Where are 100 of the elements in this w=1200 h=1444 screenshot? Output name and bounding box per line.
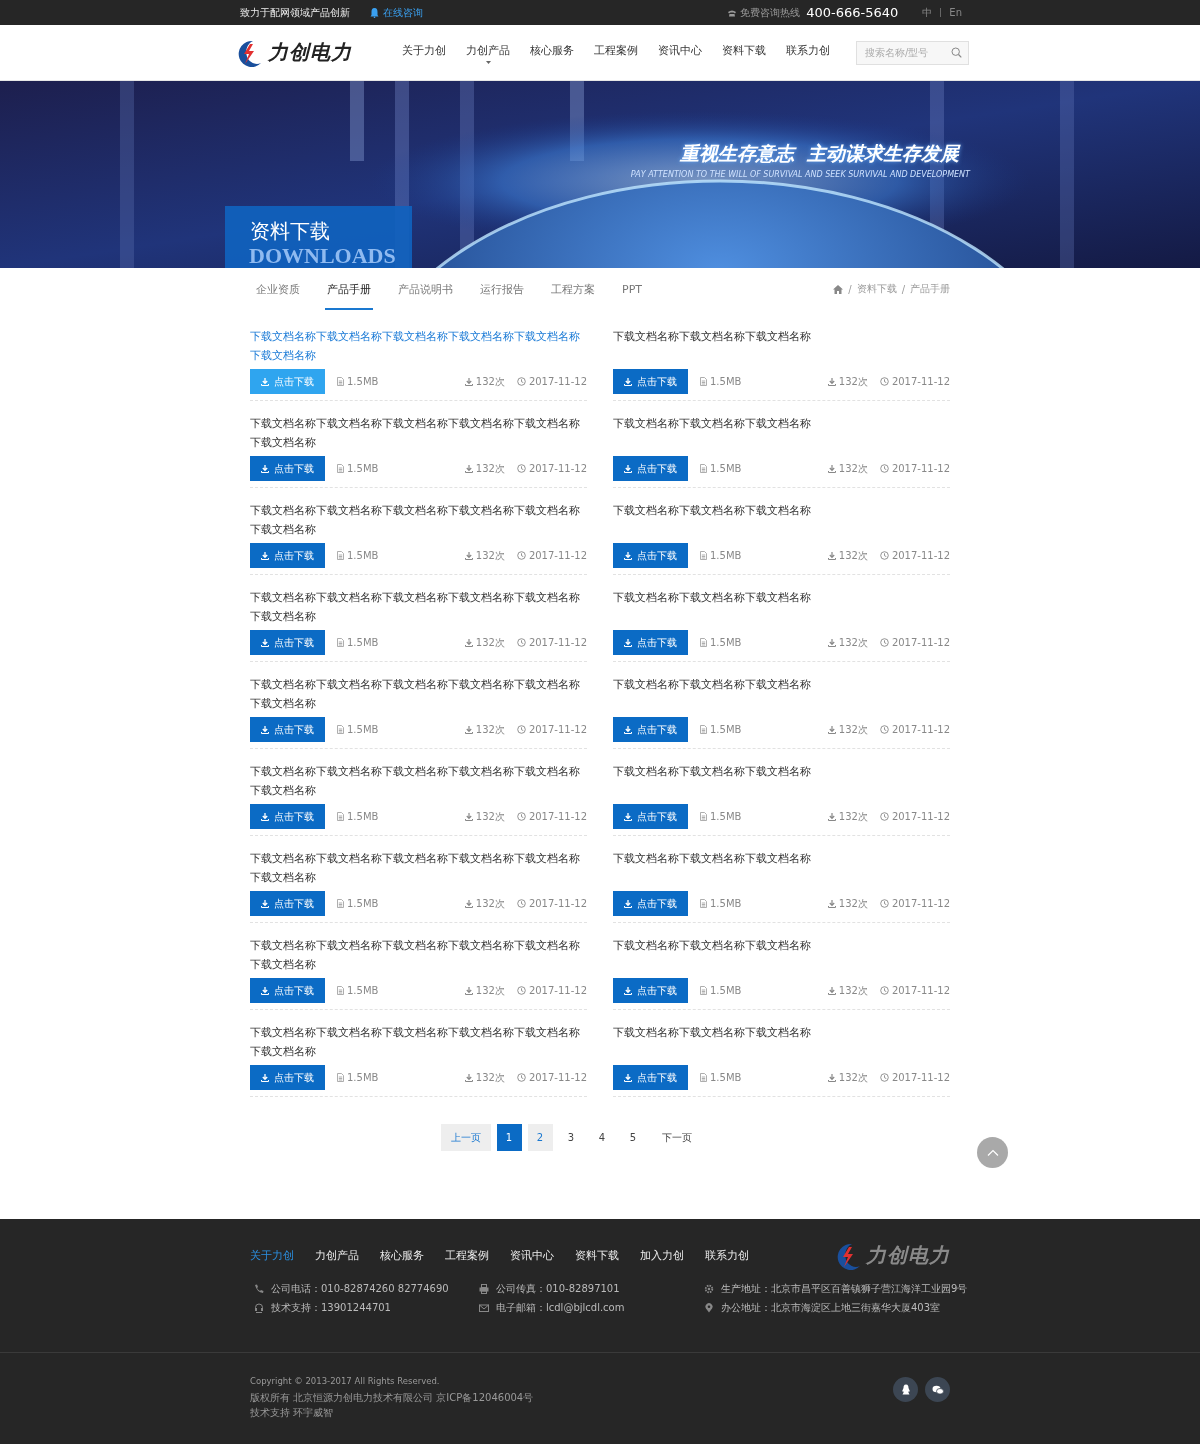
online-consult-link[interactable]: 在线咨询: [383, 5, 423, 20]
document-title[interactable]: 下载文档名称下载文档名称下载文档名称: [613, 675, 950, 713]
file-icon: [700, 638, 707, 647]
download-count: 132次: [475, 635, 505, 650]
download-count: 132次: [838, 461, 868, 476]
download-button[interactable]: 点击下载: [250, 456, 325, 481]
document-title[interactable]: 下载文档名称下载文档名称下载文档名称下载文档名称下载文档名称下载文档名称: [250, 936, 587, 974]
upload-date: 2017-11-12: [891, 811, 950, 822]
download-button[interactable]: 点击下载: [613, 978, 688, 1003]
clock-icon: [516, 1073, 526, 1082]
nav-link[interactable]: 联系力创: [786, 43, 830, 58]
language-link[interactable]: En: [949, 7, 962, 18]
file-size: 1.5MB: [347, 724, 379, 735]
download-count: 132次: [838, 1070, 868, 1085]
download-button[interactable]: 点击下载: [613, 891, 688, 916]
nav-link[interactable]: 力创产品: [466, 43, 510, 64]
previous-page-button[interactable]: 上一页: [440, 1124, 491, 1151]
footer-nav-link[interactable]: 关于力创: [250, 1248, 294, 1263]
logo-text: 力创电力: [866, 1242, 950, 1269]
tab[interactable]: 运行报告: [478, 268, 526, 310]
printer-icon: [479, 1284, 489, 1294]
contact-info: 公司电话：010-82874260 82774690: [271, 1282, 449, 1296]
document-title[interactable]: 下载文档名称下载文档名称下载文档名称下载文档名称下载文档名称下载文档名称: [250, 1023, 587, 1061]
home-icon[interactable]: [833, 284, 844, 294]
download-button[interactable]: 点击下载: [250, 717, 325, 742]
document-title[interactable]: 下载文档名称下载文档名称下载文档名称下载文档名称下载文档名称下载文档名称: [250, 414, 587, 452]
download-button[interactable]: 点击下载: [613, 804, 688, 829]
footer-nav-link[interactable]: 资料下载: [575, 1248, 619, 1263]
download-button[interactable]: 点击下载: [250, 804, 325, 829]
search-field[interactable]: 搜索名称/型号: [856, 40, 969, 65]
download-button[interactable]: 点击下载: [613, 630, 688, 655]
clock-icon: [879, 464, 889, 473]
file-size: 1.5MB: [710, 376, 742, 387]
contact-info: 技术支持：13901244701: [271, 1301, 391, 1315]
wechat-button[interactable]: [925, 1377, 950, 1402]
document-title[interactable]: 下载文档名称下载文档名称下载文档名称下载文档名称下载文档名称下载文档名称: [250, 762, 587, 800]
download-count: 132次: [838, 809, 868, 824]
download-button[interactable]: 点击下载: [250, 630, 325, 655]
download-button[interactable]: 点击下载: [250, 543, 325, 568]
phone-icon: [254, 1284, 264, 1294]
document-title[interactable]: 下载文档名称下载文档名称下载文档名称: [613, 849, 950, 887]
upload-date: 2017-11-12: [891, 637, 950, 648]
document-title[interactable]: 下载文档名称下载文档名称下载文档名称下载文档名称下载文档名称下载文档名称: [250, 327, 587, 365]
footer-nav-link[interactable]: 加入力创: [640, 1248, 684, 1263]
document-title[interactable]: 下载文档名称下载文档名称下载文档名称下载文档名称下载文档名称下载文档名称: [250, 588, 587, 626]
hotline-label: 免费咨询热线: [740, 5, 801, 20]
footer-nav-link[interactable]: 联系力创: [705, 1248, 749, 1263]
nav-link[interactable]: 工程案例: [594, 43, 638, 58]
download-icon: [624, 899, 632, 908]
download-button[interactable]: 点击下载: [613, 717, 688, 742]
document-title[interactable]: 下载文档名称下载文档名称下载文档名称下载文档名称下载文档名称下载文档名称: [250, 849, 587, 887]
envelope-icon: [479, 1303, 489, 1313]
file-size: 1.5MB: [710, 724, 742, 735]
tab[interactable]: PPT: [620, 268, 644, 310]
footer-nav-link[interactable]: 资讯中心: [510, 1248, 554, 1263]
footer-nav-link[interactable]: 力创产品: [315, 1248, 359, 1263]
qq-button[interactable]: [893, 1377, 918, 1402]
next-page-button[interactable]: 下一页: [651, 1124, 702, 1151]
document-title[interactable]: 下载文档名称下载文档名称下载文档名称: [613, 1023, 950, 1061]
tab[interactable]: 产品手册: [325, 268, 373, 310]
document-title[interactable]: 下载文档名称下载文档名称下载文档名称: [613, 936, 950, 974]
page-button[interactable]: 2: [527, 1124, 553, 1151]
page-button[interactable]: 3: [558, 1124, 584, 1151]
page-button[interactable]: 4: [589, 1124, 615, 1151]
footer-nav-link[interactable]: 工程案例: [445, 1248, 489, 1263]
download-button[interactable]: 点击下载: [613, 369, 688, 394]
page-button[interactable]: 1: [496, 1124, 522, 1151]
download-button[interactable]: 点击下载: [250, 978, 325, 1003]
document-title[interactable]: 下载文档名称下载文档名称下载文档名称下载文档名称下载文档名称下载文档名称: [250, 675, 587, 713]
download-icon: [624, 377, 632, 386]
download-button[interactable]: 点击下载: [250, 891, 325, 916]
document-title[interactable]: 下载文档名称下载文档名称下载文档名称下载文档名称下载文档名称下载文档名称: [250, 501, 587, 539]
download-button[interactable]: 点击下载: [613, 456, 688, 481]
document-title[interactable]: 下载文档名称下载文档名称下载文档名称: [613, 588, 950, 626]
upload-date: 2017-11-12: [528, 724, 587, 735]
document-title[interactable]: 下载文档名称下载文档名称下载文档名称: [613, 762, 950, 800]
document-title[interactable]: 下载文档名称下载文档名称下载文档名称: [613, 414, 950, 452]
nav-link[interactable]: 资料下载: [722, 43, 766, 58]
tab[interactable]: 产品说明书: [396, 268, 455, 310]
clock-icon: [516, 638, 526, 647]
nav-link[interactable]: 关于力创: [402, 43, 446, 58]
document-title[interactable]: 下载文档名称下载文档名称下载文档名称: [613, 327, 950, 365]
tab[interactable]: 企业资质: [254, 268, 302, 310]
download-icon: [261, 725, 269, 734]
download-button[interactable]: 点击下载: [613, 1065, 688, 1090]
gear-icon: [704, 1284, 714, 1294]
footer-nav-link[interactable]: 核心服务: [380, 1248, 424, 1263]
download-button[interactable]: 点击下载: [250, 1065, 325, 1090]
download-button[interactable]: 点击下载: [613, 543, 688, 568]
language-link[interactable]: 中: [922, 5, 933, 20]
document-title[interactable]: 下载文档名称下载文档名称下载文档名称: [613, 501, 950, 539]
download-icon: [464, 551, 473, 560]
clock-icon: [516, 899, 526, 908]
download-icon: [261, 551, 269, 560]
page-button[interactable]: 5: [620, 1124, 646, 1151]
download-icon: [464, 638, 473, 647]
nav-link[interactable]: 核心服务: [530, 43, 574, 58]
tab[interactable]: 工程方案: [549, 268, 597, 310]
nav-link[interactable]: 资讯中心: [658, 43, 702, 58]
file-size: 1.5MB: [710, 637, 742, 648]
